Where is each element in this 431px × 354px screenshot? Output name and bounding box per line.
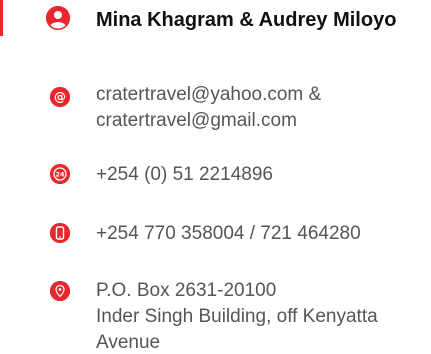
contact-name-row: Mina Khagram & Audrey Miloyo xyxy=(0,0,431,40)
email-line-2[interactable]: cratertravel@gmail.com xyxy=(96,108,297,134)
email-row: @ cratertravel@yahoo.com & cratertravel@… xyxy=(0,78,431,148)
address-line-2: Inder Singh Building, off Kenyatta xyxy=(96,306,378,327)
address-line-1: P.O. Box 2631-20100 xyxy=(96,280,277,301)
landline-number[interactable]: +254 (0) 51 2214896 xyxy=(96,162,273,188)
contact-name: Mina Khagram & Audrey Miloyo xyxy=(96,9,397,31)
at-sign-icon: @ xyxy=(50,87,70,107)
mobile-numbers[interactable]: +254 770 358004 / 721 464280 xyxy=(96,221,361,247)
phone-24h-icon: 24 xyxy=(50,164,70,184)
location-pin-icon xyxy=(50,281,70,301)
contact-card: Mina Khagram & Audrey Miloyo @ cratertra… xyxy=(0,0,431,354)
address-line-3: Avenue xyxy=(96,332,161,353)
mobile-phone-icon xyxy=(50,223,70,243)
landline-row: 24 +254 (0) 51 2214896 xyxy=(0,158,431,192)
svg-text:@: @ xyxy=(54,90,66,104)
svg-text:24: 24 xyxy=(55,171,65,179)
mobile-row: +254 770 358004 / 721 464280 xyxy=(0,217,431,251)
email-line-1[interactable]: cratertravel@yahoo.com & xyxy=(96,82,321,108)
address-row: P.O. Box 2631-20100 Inder Singh Building… xyxy=(0,276,431,354)
user-icon xyxy=(46,6,70,30)
